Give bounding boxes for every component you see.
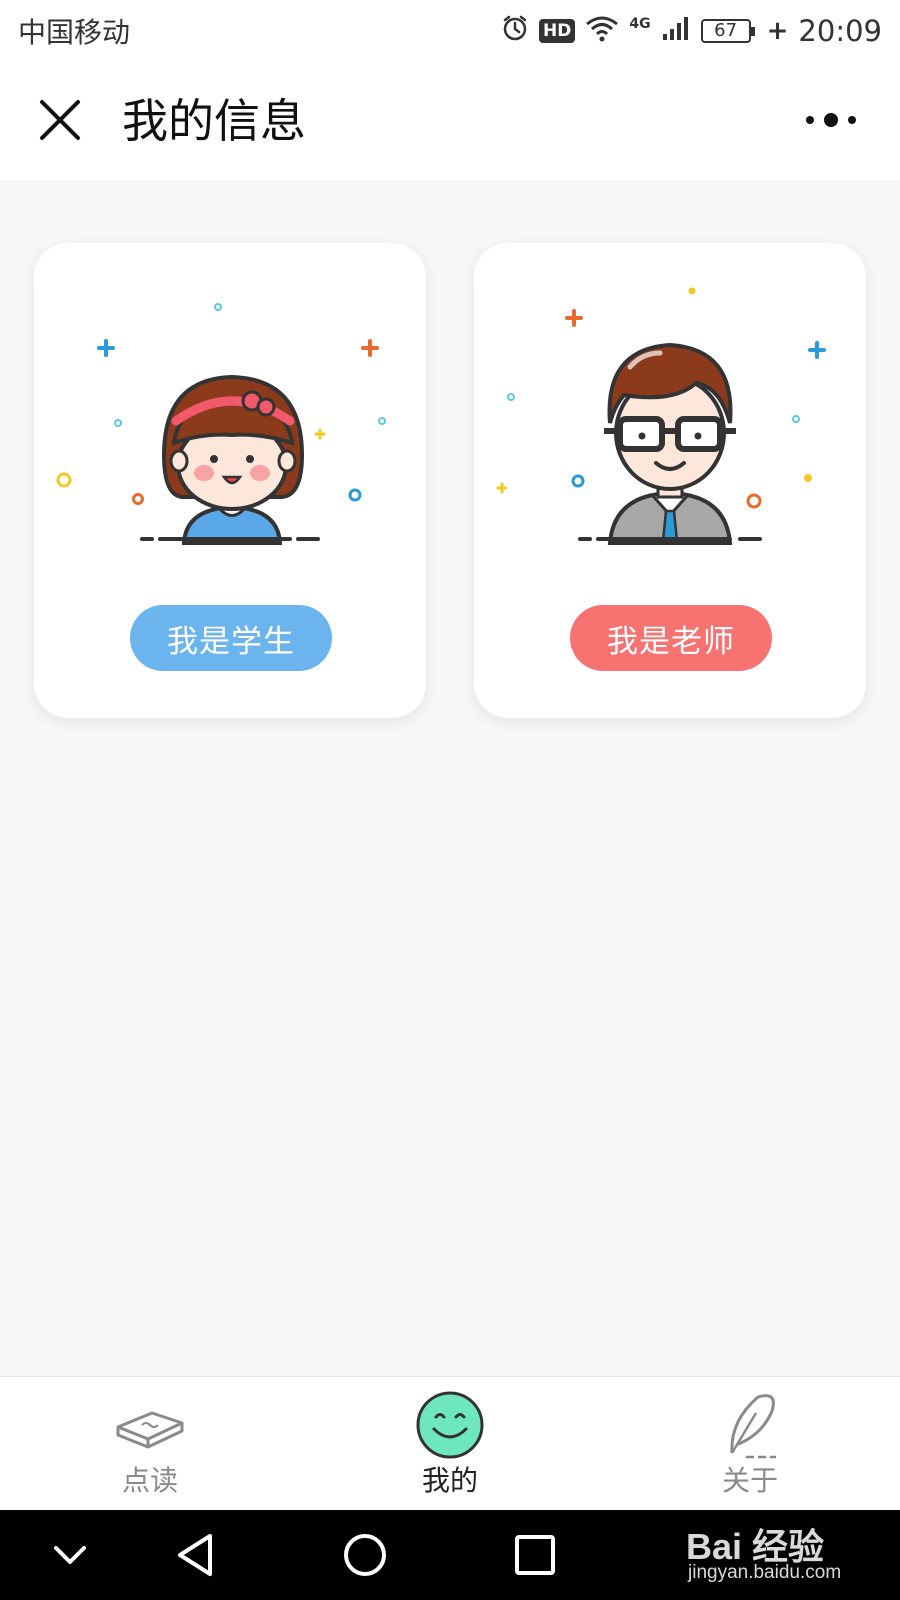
recents-icon — [505, 1535, 565, 1584]
teacher-avatar-illustration — [496, 287, 826, 545]
tab-label-mine: 我的 — [421, 1464, 478, 1497]
tab-label-about: 关于 — [721, 1464, 778, 1497]
more-dots-icon — [805, 112, 857, 132]
tab-about[interactable]: 关于 — [600, 1377, 900, 1511]
student-card[interactable]: 我是学生 — [34, 243, 426, 718]
back-icon — [166, 1534, 226, 1584]
close-button[interactable] — [30, 86, 90, 158]
book-icon — [112, 1387, 188, 1463]
home-icon — [335, 1534, 395, 1584]
system-nav-bar — [0, 1510, 900, 1600]
tab-mine[interactable]: 我的 — [300, 1377, 600, 1511]
teacher-role-button[interactable]: 我是老师 — [570, 605, 772, 671]
page-title: 我的信息 — [122, 94, 306, 148]
smile-icon — [412, 1387, 488, 1463]
tab-read[interactable]: 点读 — [0, 1377, 300, 1511]
signal-icon — [661, 14, 691, 49]
feather-icon — [712, 1387, 788, 1463]
hd-badge: HD — [539, 19, 576, 43]
wifi-icon — [585, 14, 619, 49]
close-icon — [38, 98, 82, 146]
battery-indicator: 67 — [700, 19, 755, 43]
tab-bar: 点读 我的 关于 — [0, 1376, 900, 1510]
collapse-button[interactable] — [40, 1530, 100, 1580]
girl-avatar-illustration — [56, 303, 386, 545]
student-role-button[interactable]: 我是学生 — [130, 605, 332, 671]
clock: 20:09 — [798, 14, 882, 48]
alarm-icon — [501, 14, 529, 49]
more-button[interactable] — [786, 92, 876, 152]
recents-button[interactable] — [505, 1530, 565, 1580]
charging-icon: + — [766, 16, 789, 46]
status-bar: 中国移动 HD 4G 67 + 20:09 — [0, 0, 900, 62]
teacher-card[interactable]: 我是老师 — [474, 243, 866, 718]
back-button[interactable] — [166, 1530, 226, 1580]
status-icons: HD 4G 67 + 20:09 — [501, 14, 882, 49]
page-header: 我的信息 — [0, 62, 900, 180]
carrier-name: 中国移动 — [18, 16, 131, 49]
network-type: 4G — [629, 16, 651, 32]
home-button[interactable] — [335, 1530, 395, 1580]
collapse-icon — [40, 1546, 100, 1584]
tab-label-read: 点读 — [121, 1464, 178, 1497]
